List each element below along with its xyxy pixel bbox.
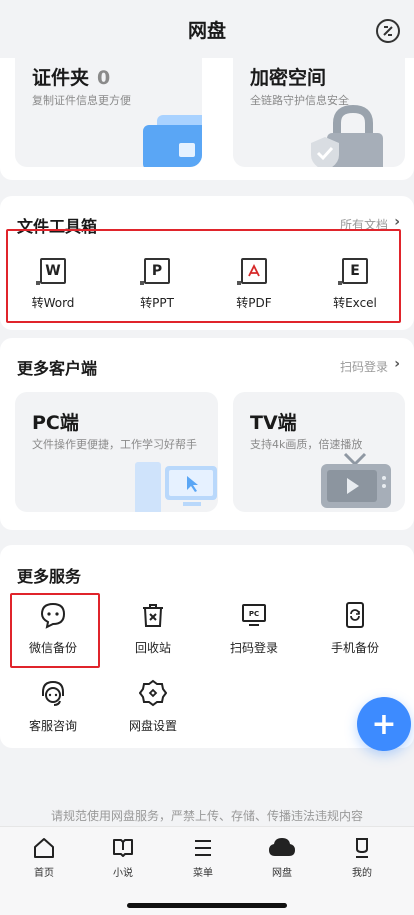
wechat-backup-button[interactable]: 微信备份 [5,601,101,656]
bottom-nav: 首页 小说 菜单 网盘 我的 [0,826,414,915]
id-folder-tile[interactable]: 证件夹 0 复制证件信息更方便 [15,45,202,167]
word-file-icon: W [36,258,66,285]
menu-icon [173,835,233,861]
more-clients-card: 更多客户端 扫码登录 › PC端 文件操作更便捷，工作学习好帮手 TV端 支持4… [0,338,414,530]
wechat-backup-label: 微信备份 [28,641,77,655]
nav-novel-label: 小说 [113,868,133,879]
cloud-icon [252,835,312,861]
nav-menu[interactable]: 菜单 [173,835,233,879]
ppt-file-icon: P [140,258,170,285]
usage-notice: 请规范使用网盘服务，严禁上传、存储、传播违法违规内容 [50,809,363,823]
nav-profile-label: 我的 [352,868,372,879]
pc-scan-icon: PC [240,601,268,629]
excel-file-icon: E [338,258,368,285]
tv-client-title: TV端 [250,412,297,434]
add-fab-button[interactable]: + [357,697,411,751]
services-title: 更多服务 [17,567,82,586]
book-icon [93,835,153,861]
id-folder-subtitle: 复制证件信息更方便 [32,94,131,107]
netdisk-settings-button[interactable]: 网盘设置 [105,679,201,734]
convert-pdf-label: 转PDF [236,296,272,310]
nav-netdisk[interactable]: 网盘 [252,835,312,879]
encrypted-space-tile[interactable]: 加密空间 全链路守护信息安全 [233,45,405,167]
nav-home-label: 首页 [34,868,54,879]
convert-pdf-button[interactable]: 转PDF [206,258,302,311]
scan-login-link[interactable]: 扫码登录 [340,358,388,375]
tv-client-subtitle: 支持4k画质，倍速播放 [250,438,363,451]
convert-ppt-label: 转PPT [140,296,174,310]
encrypted-space-title: 加密空间 [250,67,327,89]
convert-word-button[interactable]: W 转Word [5,258,101,311]
headset-icon [39,679,67,707]
profile-icon [332,835,392,861]
tv-icon [319,452,393,512]
quick-access-card: 证件夹 0 复制证件信息更方便 加密空间 全链路守护信息安全 [0,40,414,180]
chevron-right-icon[interactable]: › [394,214,400,230]
nav-home[interactable]: 首页 [14,835,74,879]
toolbox-title: 文件工具箱 [17,217,98,236]
home-indicator [127,903,287,908]
customer-service-button[interactable]: 客服咨询 [5,679,101,734]
id-folder-title-text: 证件夹 [32,67,90,89]
trash-icon [139,601,167,629]
nav-menu-label: 菜单 [193,868,213,879]
scan-login-label: 扫码登录 [229,641,278,655]
nav-netdisk-label: 网盘 [272,868,292,879]
pc-client-tile[interactable]: PC端 文件操作更便捷，工作学习好帮手 [15,392,218,512]
pc-client-subtitle: 文件操作更便捷，工作学习好帮手 [32,438,197,451]
nav-novel[interactable]: 小说 [93,835,153,879]
pc-client-title: PC端 [32,412,79,434]
phone-backup-icon [341,601,369,629]
convert-ppt-button[interactable]: P 转PPT [109,258,205,311]
convert-excel-button[interactable]: E 转Excel [307,258,403,311]
page-title: 网盘 [187,20,226,42]
pdf-file-icon [237,258,267,285]
customer-service-label: 客服咨询 [28,719,77,733]
clients-title: 更多客户端 [17,359,98,378]
id-folder-title: 证件夹 0 [32,63,110,90]
home-icon [14,835,74,861]
wechat-chat-icon [39,601,67,629]
file-toolbox-card: 文件工具箱 所有文档 › W 转Word P 转PPT 转PDF E 转Exce… [0,196,414,330]
scan-login-button[interactable]: PC 扫码登录 [206,601,302,656]
top-header: 网盘 [0,0,414,58]
id-card-icon [143,115,202,167]
netdisk-settings-label: 网盘设置 [128,719,177,733]
settings-gear-icon [139,679,167,707]
convert-excel-label: 转Excel [333,296,377,310]
recycle-bin-button[interactable]: 回收站 [105,601,201,656]
all-documents-link[interactable]: 所有文档 [340,216,388,233]
more-services-card: 更多服务 微信备份 回收站 PC 扫码登录 手机备份 客服咨询 网盘设置 [0,545,414,748]
nav-profile[interactable]: 我的 [332,835,392,879]
tv-client-tile[interactable]: TV端 支持4k画质，倍速播放 [233,392,405,512]
chevron-right-icon[interactable]: › [394,356,400,372]
svg-text:PC: PC [249,610,259,618]
convert-word-label: 转Word [31,296,75,310]
phone-backup-label: 手机备份 [330,641,379,655]
lock-icon [307,103,397,167]
mini-program-icon[interactable] [376,19,400,43]
id-folder-count: 0 [97,67,111,89]
recycle-bin-label: 回收站 [134,641,171,655]
pc-icon [135,458,218,512]
phone-backup-button[interactable]: 手机备份 [307,601,403,656]
